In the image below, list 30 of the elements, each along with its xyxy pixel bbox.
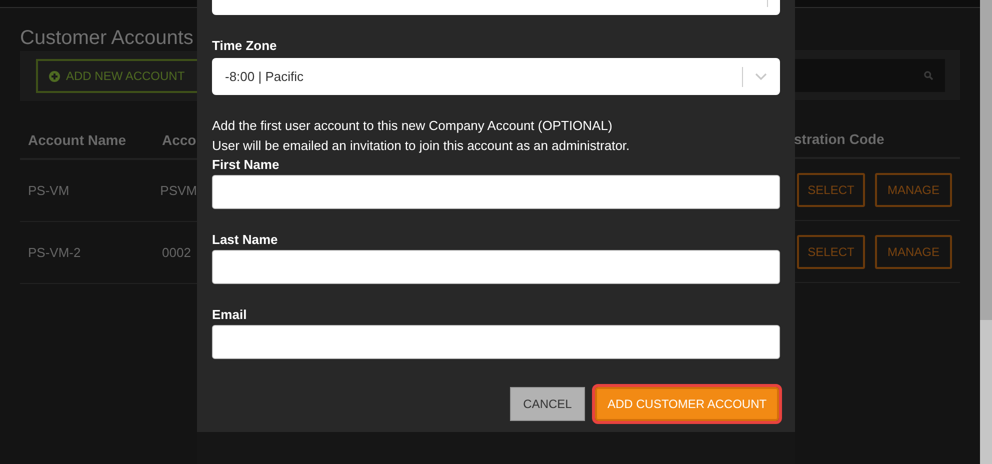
add-account-button[interactable]: ADD NEW ACCOUNT — [36, 59, 197, 93]
column-header: Account Name — [27, 132, 128, 148]
cancel-button[interactable]: CANCEL — [510, 387, 585, 421]
input-field[interactable] — [212, 175, 780, 209]
search-field[interactable] — [795, 58, 945, 92]
plus-circle-icon — [49, 70, 60, 82]
page-title: Customer Accounts — [20, 26, 194, 51]
table-cell: 0002 — [162, 245, 191, 260]
select-button[interactable]: SELECT — [797, 234, 865, 268]
select-field[interactable]: -8:00 | Pacific — [212, 58, 780, 95]
add-customer-account-button[interactable]: ADD CUSTOMER ACCOUNT — [595, 387, 779, 421]
select-button[interactable]: SELECT — [797, 172, 865, 206]
column-header: stration Code — [794, 130, 884, 146]
info-text: User will be emailed an invitation to join this account as an administrator. — [212, 137, 631, 155]
manage-button[interactable]: MANAGE — [875, 172, 952, 206]
info-text: Add the first user account to this new Company Account (OPTIONAL) — [212, 117, 614, 135]
search-icon — [924, 70, 933, 80]
chevron-down-icon — [755, 72, 767, 80]
field-label: Time Zone — [212, 37, 278, 55]
input-field[interactable] — [212, 250, 780, 284]
field-label: Email — [212, 306, 248, 324]
manage-button[interactable]: MANAGE — [875, 234, 952, 268]
field-label: First Name — [212, 156, 280, 174]
table-cell-text: PS-VM-2 — [27, 245, 82, 260]
select-value: -8:00 | Pacific — [225, 69, 305, 84]
input-field[interactable] — [212, 325, 780, 359]
field-label: Last Name — [212, 231, 279, 249]
column-header: Acco — [162, 132, 196, 148]
table-cell: PSVM — [160, 183, 197, 198]
table-cell-text: PS-VM — [27, 183, 70, 198]
